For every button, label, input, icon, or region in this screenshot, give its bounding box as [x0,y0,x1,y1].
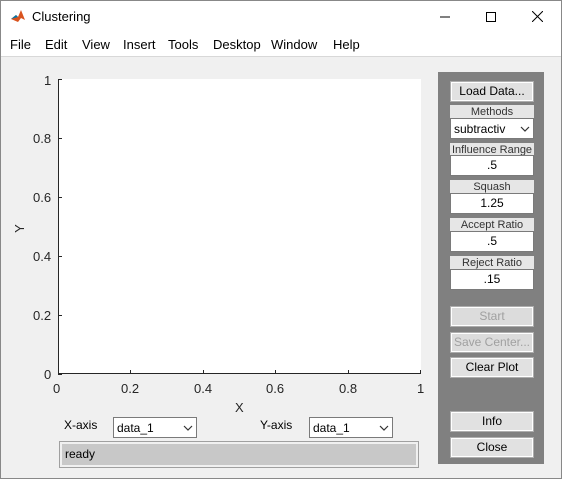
minimize-button[interactable] [422,1,468,32]
window-title: Clustering [32,9,91,24]
squash-label: Squash [450,180,534,194]
squash-field[interactable]: 1.25 [450,193,534,214]
methods-select[interactable]: subtractiv [450,118,534,139]
maximize-button[interactable] [468,1,514,32]
menu-desktop[interactable]: Desktop [213,37,261,52]
menu-view[interactable]: View [82,37,110,52]
y-tick-mark [58,315,62,316]
x-tick-label: 0.8 [339,381,358,396]
menu-help[interactable]: Help [333,37,360,52]
y-tick-mark [58,374,62,375]
menu-file[interactable]: File [10,37,31,52]
menu-edit[interactable]: Edit [45,37,67,52]
matlab-icon [10,8,26,24]
menu-bar: File Edit View Insert Tools Desktop Wind… [1,32,561,57]
methods-label: Methods [450,105,534,119]
x-tick-label: 0.2 [121,381,140,396]
menu-window[interactable]: Window [271,37,317,52]
accept-ratio-label: Accept Ratio [450,218,534,232]
x-axis-select-value: data_1 [117,421,154,435]
x-axis-selector-label: X-axis [64,418,98,432]
y-tick-mark [58,197,62,198]
x-tick-label: 0.6 [266,381,285,396]
reject-ratio-field[interactable]: .15 [450,269,534,290]
control-panel: Load Data... Methods subtractiv Influenc… [438,72,544,464]
maximize-icon [486,11,496,22]
x-tick-mark [203,370,204,374]
x-tick-label: 0 [53,381,61,396]
chevron-down-icon [375,418,392,437]
y-tick-mark [58,79,62,80]
chevron-down-icon [516,119,533,138]
influence-range-field[interactable]: .5 [450,155,534,176]
info-button[interactable]: Info [450,411,534,432]
reject-ratio-label: Reject Ratio [450,256,534,270]
minimize-icon [440,16,450,17]
plot-axes[interactable] [58,79,421,374]
y-axis-select-value: data_1 [313,421,350,435]
y-axis-label: Y [11,224,27,233]
y-tick-mark [58,138,62,139]
close-button[interactable]: Close [450,437,534,458]
y-axis-select[interactable]: data_1 [309,417,393,438]
y-tick-label: 0.2 [33,308,52,323]
x-tick-label: 0.4 [194,381,213,396]
y-tick-label: 1 [44,73,52,88]
x-tick-mark [348,370,349,374]
save-center-button[interactable]: Save Center... [450,332,534,353]
title-bar: Clustering [1,1,561,32]
x-axis-select[interactable]: data_1 [113,417,197,438]
chevron-down-icon [179,418,196,437]
load-data-button[interactable]: Load Data... [450,81,534,102]
clustering-window: Clustering File Edit View Insert Tools D… [0,0,562,479]
x-axis-label: X [235,400,244,415]
x-tick-label: 1 [417,381,425,396]
x-tick-mark [130,370,131,374]
close-icon [531,11,543,22]
y-tick-label: 0.8 [33,131,52,146]
methods-select-value: subtractiv [454,122,506,136]
x-tick-mark [420,370,421,374]
menu-insert[interactable]: Insert [123,37,156,52]
clear-plot-button[interactable]: Clear Plot [450,357,534,378]
x-tick-mark [58,370,59,374]
y-tick-label: 0.6 [33,190,52,205]
status-bar: ready [59,441,419,468]
y-tick-label: 0.4 [33,249,52,264]
menu-tools[interactable]: Tools [168,37,198,52]
accept-ratio-field[interactable]: .5 [450,231,534,252]
x-tick-mark [275,370,276,374]
y-tick-label: 0 [44,367,52,382]
y-axis-selector-label: Y-axis [260,418,293,432]
close-window-button[interactable] [514,1,560,32]
status-text: ready [65,447,96,461]
start-button[interactable]: Start [450,306,534,327]
y-tick-mark [58,256,62,257]
